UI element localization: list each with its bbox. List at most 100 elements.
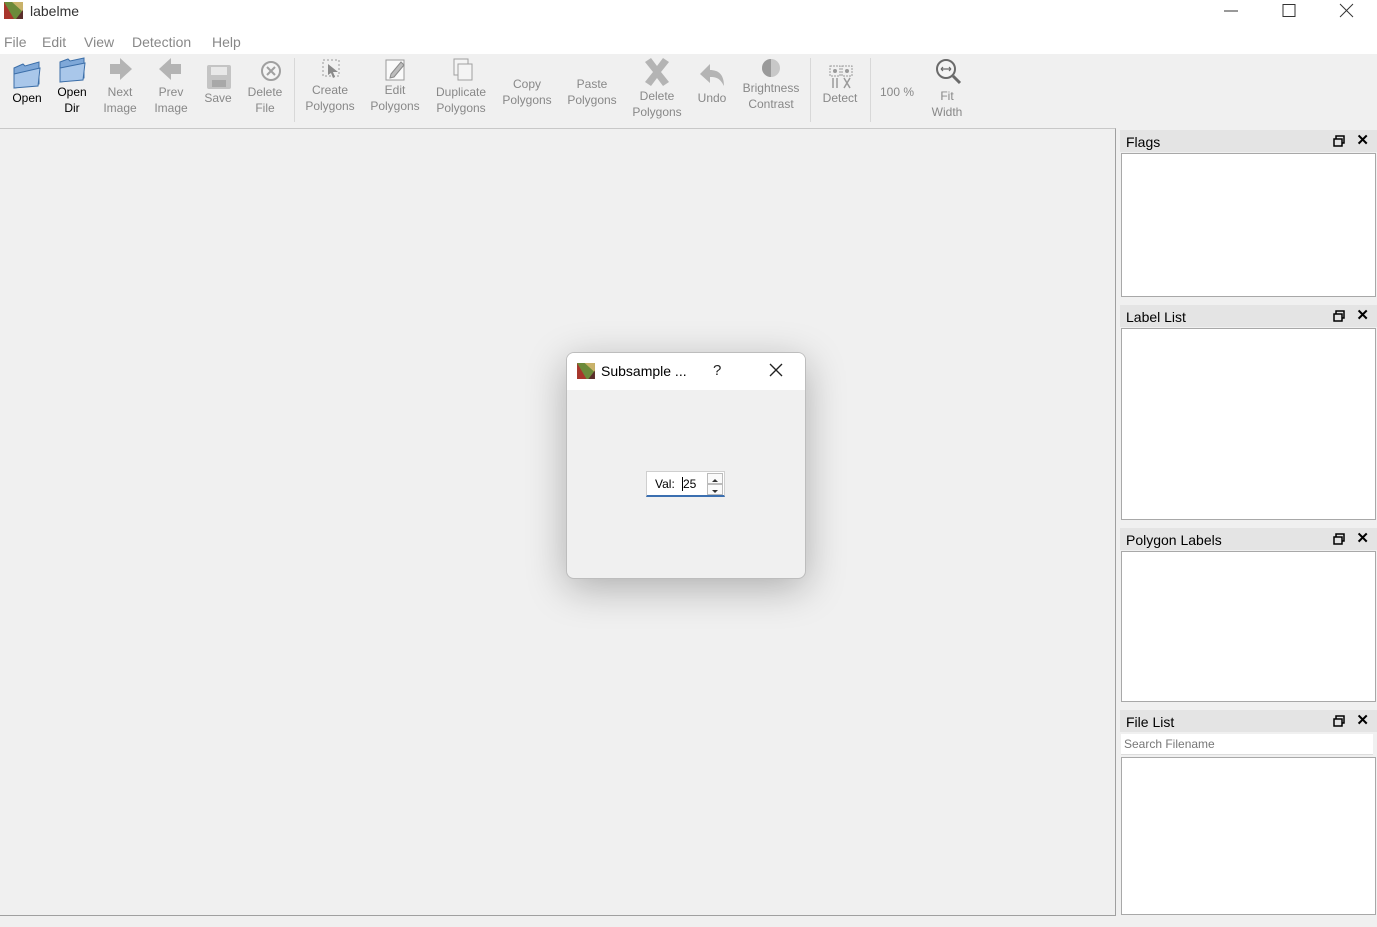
prev-image-button[interactable]: Prev Image <box>148 54 194 126</box>
spinbox-prefix: Val: <box>655 477 675 491</box>
dialog-titlebar: Subsample ... ? <box>567 353 805 390</box>
edit-icon <box>385 59 405 81</box>
delete-file-button[interactable]: Delete File <box>243 54 287 126</box>
spinbox-value[interactable]: 25 <box>683 477 696 491</box>
close-icon[interactable]: ✕ <box>1356 133 1369 148</box>
image-canvas[interactable] <box>0 128 1116 916</box>
detect-button[interactable]: Detect <box>816 54 864 126</box>
chevron-down-icon <box>712 490 718 493</box>
minimize-icon <box>1224 10 1238 12</box>
close-icon[interactable]: ✕ <box>1356 713 1369 728</box>
arrow-left-icon <box>159 58 181 80</box>
toolbar: Open Open Dir Next Image Prev Image Save <box>0 54 1377 126</box>
polygon-labels-list[interactable] <box>1121 551 1376 702</box>
open-dir-label: Open Dir <box>57 85 87 115</box>
paste-polygons-button[interactable]: Paste Polygons <box>562 54 622 126</box>
prev-image-label: Prev Image <box>154 85 188 115</box>
float-icon[interactable] <box>1333 310 1345 322</box>
copy-polygons-button[interactable]: Copy Polygons <box>498 54 556 126</box>
close-icon[interactable]: ✕ <box>1356 531 1369 546</box>
arrow-right-icon <box>110 58 132 80</box>
label-list-dock: Label List ✕ <box>1120 305 1377 521</box>
open-folder-icon <box>13 61 41 89</box>
float-icon[interactable] <box>1333 715 1345 727</box>
menu-detection[interactable]: Detection <box>132 34 191 50</box>
edit-polygons-button[interactable]: Edit Polygons <box>366 54 424 126</box>
flags-dock: Flags ✕ <box>1120 130 1377 298</box>
spin-down-button[interactable] <box>707 484 723 495</box>
cross-icon <box>645 58 669 86</box>
file-list[interactable] <box>1121 757 1376 915</box>
open-button[interactable]: Open <box>4 54 50 126</box>
dialog-title: Subsample ... <box>601 363 687 379</box>
label-list[interactable] <box>1121 328 1376 520</box>
undo-label: Undo <box>697 91 727 105</box>
minimize-button[interactable] <box>1202 0 1260 22</box>
maximize-button[interactable] <box>1260 0 1318 22</box>
label-list-dock-title: Label List ✕ <box>1120 305 1377 327</box>
maximize-icon <box>1282 4 1296 17</box>
file-list-dock-label: File List <box>1126 714 1175 730</box>
next-image-button[interactable]: Next Image <box>97 54 143 126</box>
polygon-labels-dock-label: Polygon Labels <box>1126 532 1222 548</box>
close-icon[interactable] <box>767 361 785 379</box>
duplicate-polygons-button[interactable]: Duplicate Polygons <box>430 54 492 126</box>
subsample-value-spinbox[interactable]: Val: 25 <box>646 471 725 497</box>
subsample-dialog: Subsample ... ? Val: 25 <box>566 352 806 579</box>
menu-bar: File Edit View Detection Help <box>0 32 1377 54</box>
window-titlebar: labelme <box>0 0 1377 22</box>
zoom-value: 100 % <box>879 85 915 99</box>
undo-button[interactable]: Undo <box>692 54 732 126</box>
help-button[interactable]: ? <box>713 362 721 379</box>
open-label: Open <box>12 91 42 105</box>
save-button[interactable]: Save <box>198 54 238 126</box>
save-icon <box>207 65 231 89</box>
zoom-widget[interactable]: 100 % <box>874 54 920 126</box>
polygon-labels-dock: Polygon Labels ✕ <box>1120 528 1377 703</box>
flags-dock-label: Flags <box>1126 134 1161 150</box>
create-polygons-button[interactable]: Create Polygons <box>300 54 360 126</box>
search-filename-input[interactable] <box>1121 734 1373 755</box>
toolbar-separator <box>870 58 871 122</box>
fit-width-icon <box>936 59 962 85</box>
paste-polygons-label: Paste Polygons <box>567 77 617 107</box>
delete-file-label: Delete File <box>247 85 283 115</box>
detect-icon <box>829 65 853 89</box>
toolbar-separator <box>810 58 811 122</box>
float-icon[interactable] <box>1333 533 1345 545</box>
detect-label: Detect <box>822 91 858 105</box>
close-window-button[interactable] <box>1318 0 1376 22</box>
file-list-dock-title: File List ✕ <box>1120 710 1377 732</box>
duplicate-polygons-label: Duplicate Polygons <box>435 85 487 115</box>
fit-width-button[interactable]: Fit Width <box>924 54 970 126</box>
close-icon <box>1339 3 1354 18</box>
labelme-app-icon <box>577 363 595 379</box>
float-icon[interactable] <box>1333 135 1345 147</box>
flags-list[interactable] <box>1121 153 1376 297</box>
polygon-labels-dock-title: Polygon Labels ✕ <box>1120 528 1377 550</box>
next-image-label: Next Image <box>103 85 137 115</box>
delete-polygons-label: Delete Polygons <box>632 89 682 119</box>
toolbar-separator <box>294 58 295 122</box>
label-list-dock-label: Label List <box>1126 309 1186 325</box>
edit-polygons-label: Edit Polygons <box>370 83 420 113</box>
create-polygons-label: Create Polygons <box>305 83 355 113</box>
menu-help[interactable]: Help <box>212 34 241 50</box>
delete-circle-icon <box>261 61 281 81</box>
copy-polygons-label: Copy Polygons <box>502 77 552 107</box>
create-polygon-icon <box>322 59 340 78</box>
brightness-contrast-icon <box>762 59 780 77</box>
delete-polygons-button[interactable]: Delete Polygons <box>628 54 686 126</box>
menu-view[interactable]: View <box>84 34 114 50</box>
save-label: Save <box>204 91 232 105</box>
fit-width-label: Fit Width <box>931 89 963 119</box>
open-dir-button[interactable]: Open Dir <box>50 54 94 126</box>
window-title: labelme <box>30 3 80 19</box>
close-icon[interactable]: ✕ <box>1356 308 1369 323</box>
menu-edit[interactable]: Edit <box>42 34 66 50</box>
spin-up-button[interactable] <box>707 473 723 484</box>
titlebar-spacer <box>0 22 1377 32</box>
flags-dock-title: Flags ✕ <box>1120 130 1377 152</box>
menu-file[interactable]: File <box>4 34 27 50</box>
brightness-contrast-button[interactable]: Brightness Contrast <box>738 54 804 126</box>
